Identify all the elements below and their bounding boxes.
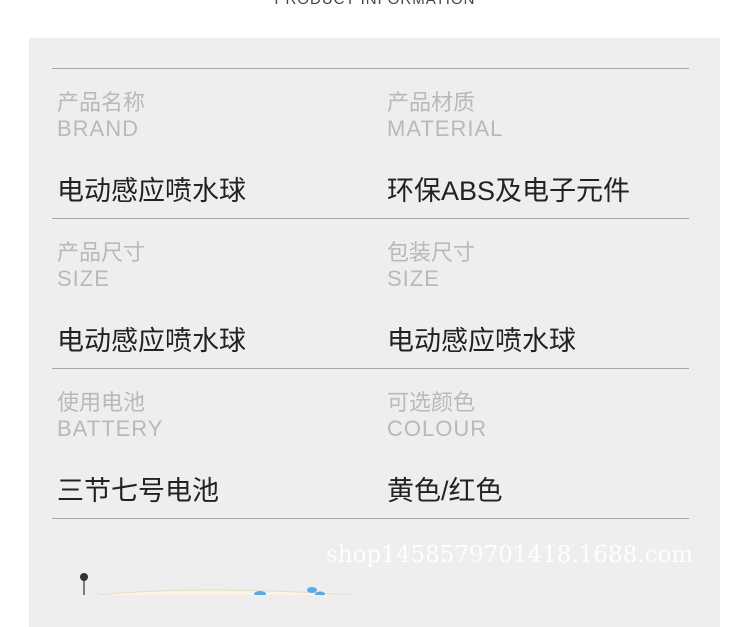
product-size-label-en: SIZE	[57, 266, 110, 291]
brand-label-cn: 产品名称	[57, 90, 146, 115]
blue-dot	[307, 587, 317, 593]
package-size-value: 电动感应喷水球	[387, 326, 576, 356]
package-size-label-en: SIZE	[387, 266, 440, 291]
info-row-brand-material: 产品名称 BRAND 电动感应喷水球 产品材质 MATERIAL 环保ABS及电…	[52, 69, 689, 219]
section-title: PRODUCT INFORMATION	[0, 0, 750, 8]
brand-value: 电动感应喷水球	[57, 176, 246, 206]
brand-label-en: BRAND	[57, 116, 140, 141]
product-info-panel: 产品名称 BRAND 电动感应喷水球 产品材质 MATERIAL 环保ABS及电…	[29, 38, 720, 627]
product-size-value: 电动感应喷水球	[57, 326, 246, 356]
product-image-preview	[80, 573, 351, 595]
battery-label-en: BATTERY	[57, 416, 164, 441]
battery-label-cn: 使用电池	[57, 390, 146, 415]
battery-value: 三节七号电池	[57, 476, 219, 506]
product-size-label-cn: 产品尺寸	[57, 240, 146, 265]
material-label-en: MATERIAL	[387, 116, 504, 141]
watermark-text: shop1458579701418.1688.com	[326, 542, 694, 568]
info-row-size: 产品尺寸 SIZE 电动感应喷水球 包装尺寸 SIZE 电动感应喷水球	[52, 219, 689, 369]
material-label-cn: 产品材质	[387, 90, 476, 115]
package-size-label-cn: 包装尺寸	[387, 240, 476, 265]
info-row-battery-colour: 使用电池 BATTERY 三节七号电池 可选颜色 COLOUR 黄色/红色	[52, 369, 689, 519]
divider	[52, 518, 689, 519]
colour-label-cn: 可选颜色	[387, 390, 476, 415]
right-margin	[720, 38, 750, 627]
colour-label-en: COLOUR	[387, 416, 488, 441]
material-value: 环保ABS及电子元件	[387, 176, 631, 206]
colour-value: 黄色/红色	[387, 476, 503, 506]
blue-dot	[315, 591, 325, 595]
